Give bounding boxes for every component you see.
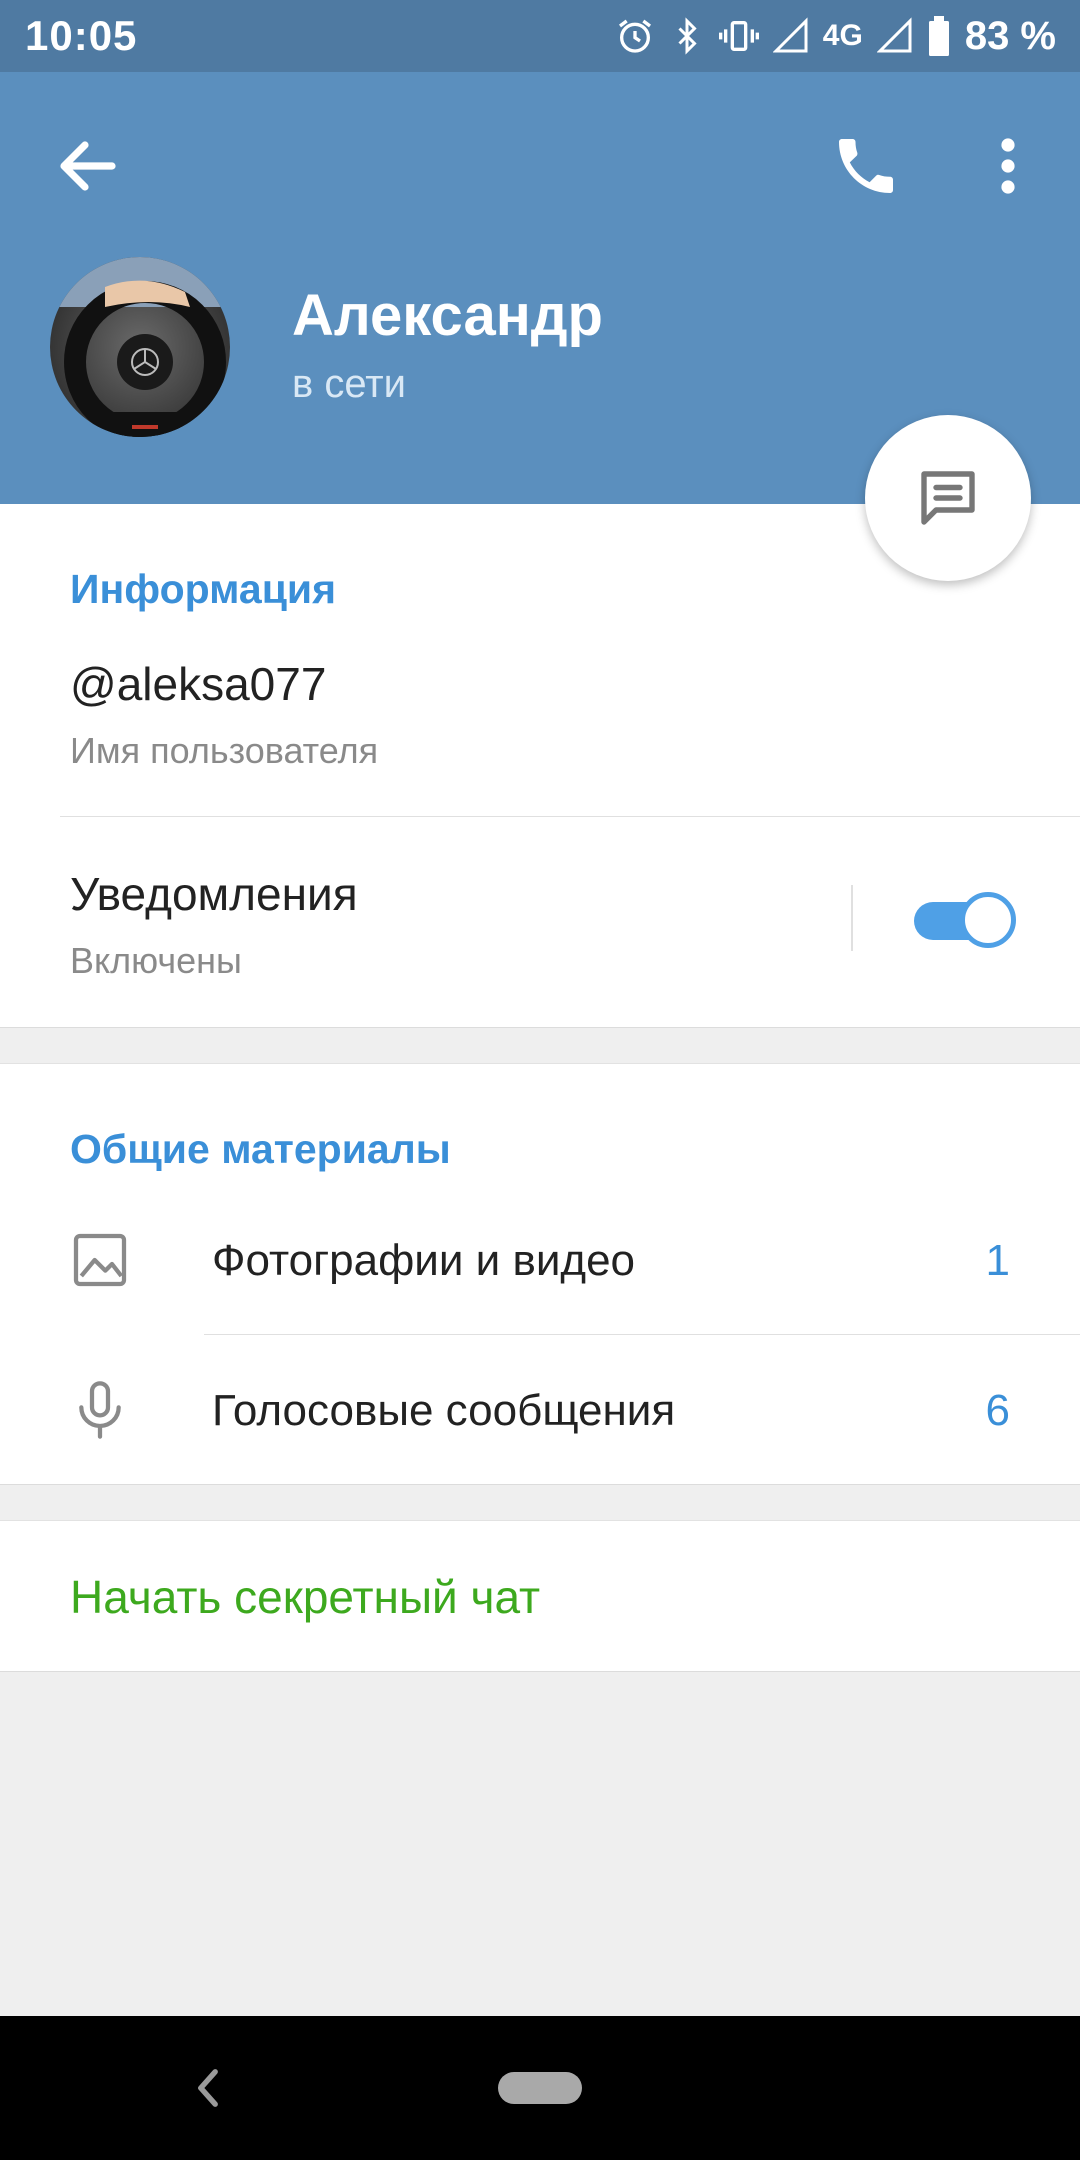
status-bar: 10:05 4G 83 % <box>0 0 1080 72</box>
battery-level: 83 % <box>964 13 1056 58</box>
contact-status: в сети <box>292 362 406 406</box>
toggle-knob <box>960 892 1016 948</box>
shared-item-label: Фотографии и видео <box>212 1236 636 1285</box>
alarm-icon <box>618 19 651 53</box>
notifications-state: Включены <box>70 940 242 981</box>
shared-media-card: Общие материалы Фотографии и видео 1 Гол… <box>0 1063 1080 1485</box>
microphone-icon <box>79 1381 121 1439</box>
shared-item-count: 1 <box>985 1236 1010 1285</box>
divider <box>204 1334 1080 1335</box>
username-value: @aleksa077 <box>70 658 327 710</box>
vibrate-icon <box>718 21 759 51</box>
info-card: Информация @aleksa077 Имя пользователя У… <box>0 504 1080 1028</box>
home-button[interactable] <box>498 2072 582 2104</box>
nav-back-icon[interactable] <box>188 2061 228 2115</box>
start-secret-chat-button[interactable]: Начать секретный чат <box>70 1570 540 1624</box>
message-button[interactable] <box>865 415 1031 581</box>
phone-icon[interactable] <box>830 130 902 202</box>
bluetooth-icon <box>678 17 697 55</box>
back-arrow-icon[interactable] <box>52 130 124 202</box>
more-options-icon[interactable] <box>972 130 1044 202</box>
shared-section-title: Общие материалы <box>70 1126 451 1172</box>
battery-icon <box>928 16 949 56</box>
username-label: Имя пользователя <box>70 730 379 771</box>
contact-name: Александр <box>292 283 603 348</box>
toggle-separator <box>851 885 853 951</box>
shared-item-count: 6 <box>985 1386 1010 1435</box>
network-type: 4G <box>822 19 863 52</box>
status-time: 10:05 <box>25 12 138 59</box>
signal-icon <box>772 17 808 53</box>
image-icon <box>73 1233 127 1287</box>
status-icons: 4G 83 % <box>615 8 1056 64</box>
notifications-title: Уведомления <box>70 868 358 920</box>
divider <box>60 816 1080 817</box>
shared-item-label: Голосовые сообщения <box>212 1386 676 1435</box>
avatar[interactable] <box>50 257 230 437</box>
navigation-bar <box>0 2016 1080 2160</box>
message-icon <box>921 471 975 525</box>
notifications-toggle[interactable] <box>914 892 1016 948</box>
signal-icon-2 <box>876 17 912 53</box>
info-section-title: Информация <box>70 566 337 612</box>
